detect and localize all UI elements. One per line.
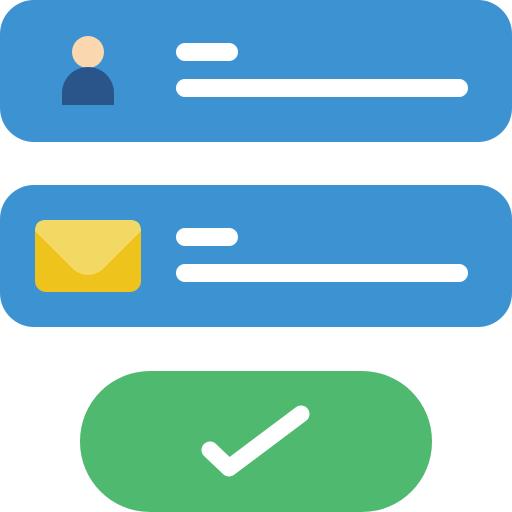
avatar-head (72, 36, 104, 68)
email-field-card[interactable] (0, 185, 512, 327)
name-field-label-placeholder (176, 43, 238, 61)
check-icon (201, 405, 310, 477)
submit-button[interactable] (80, 371, 432, 512)
name-field-value-placeholder (176, 79, 468, 97)
email-field-value-placeholder (176, 264, 468, 282)
envelope-icon (35, 220, 141, 292)
name-field-card[interactable] (0, 0, 512, 142)
avatar-body (62, 67, 114, 105)
user-icon (62, 36, 114, 105)
check-mark (201, 405, 310, 477)
email-field-label-placeholder (176, 228, 238, 246)
